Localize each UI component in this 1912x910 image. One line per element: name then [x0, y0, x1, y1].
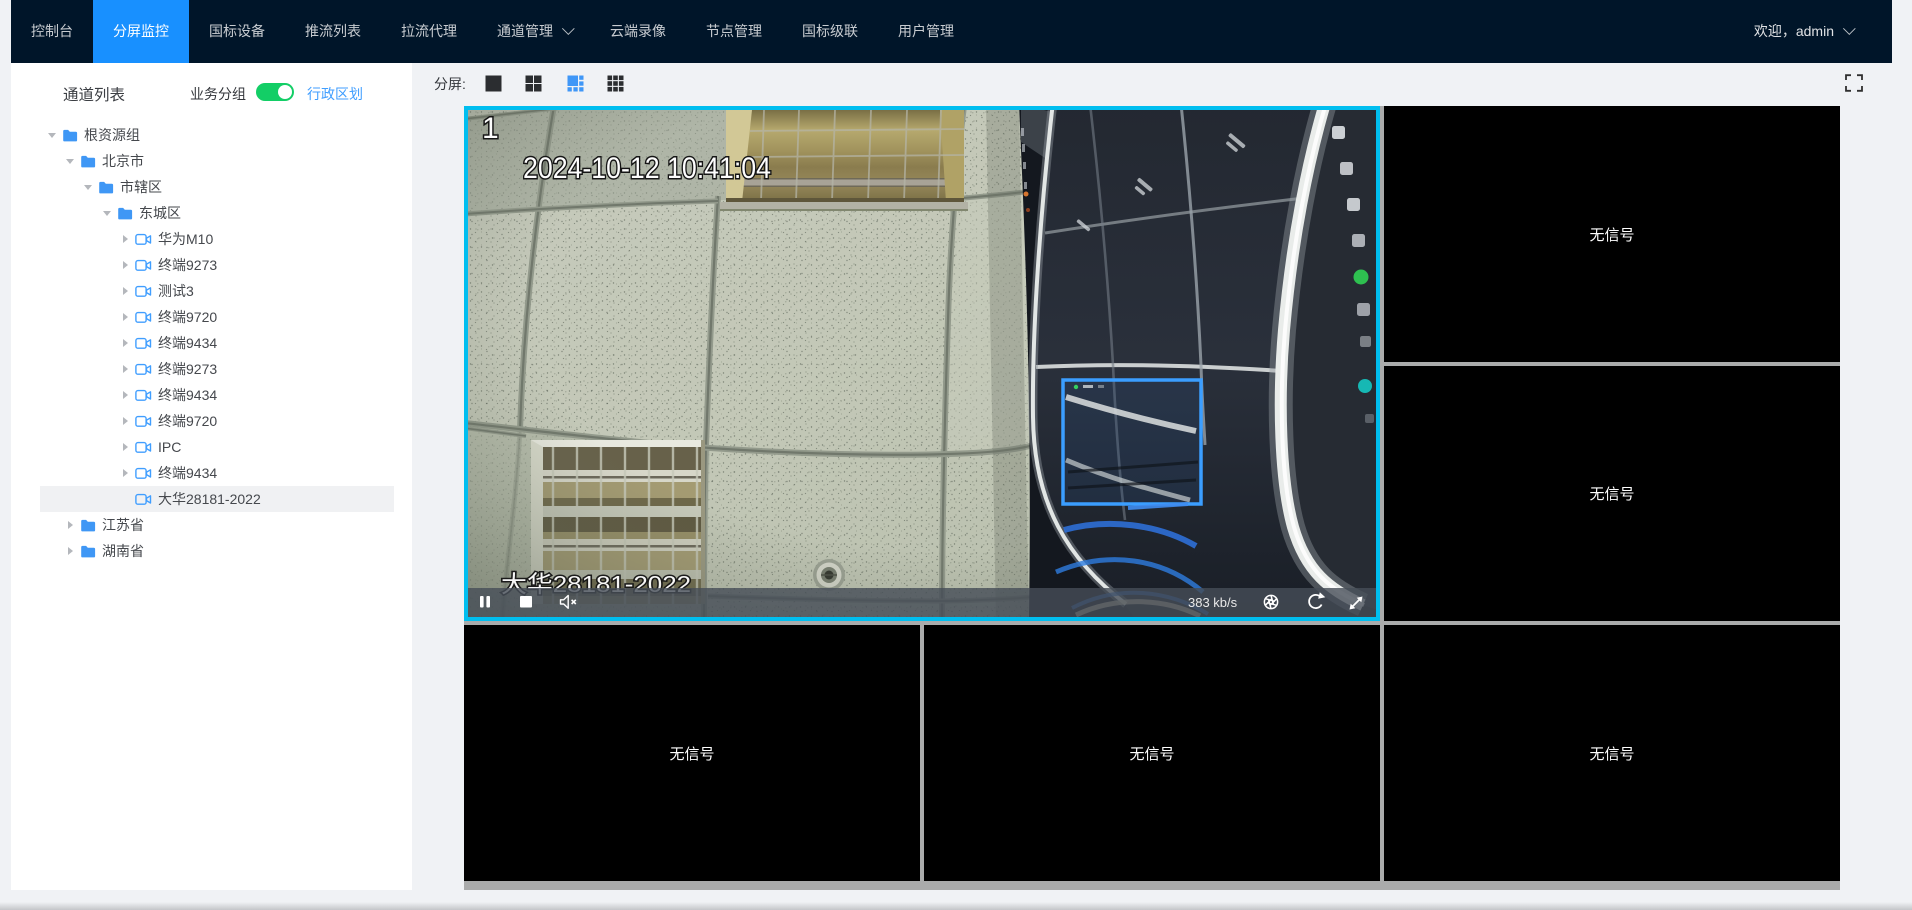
svg-text:1: 1 [482, 112, 499, 145]
svg-text:2024-10-12 10:41:04: 2024-10-12 10:41:04 [523, 152, 771, 185]
svg-text:383 kb/s: 383 kb/s [1188, 595, 1238, 610]
